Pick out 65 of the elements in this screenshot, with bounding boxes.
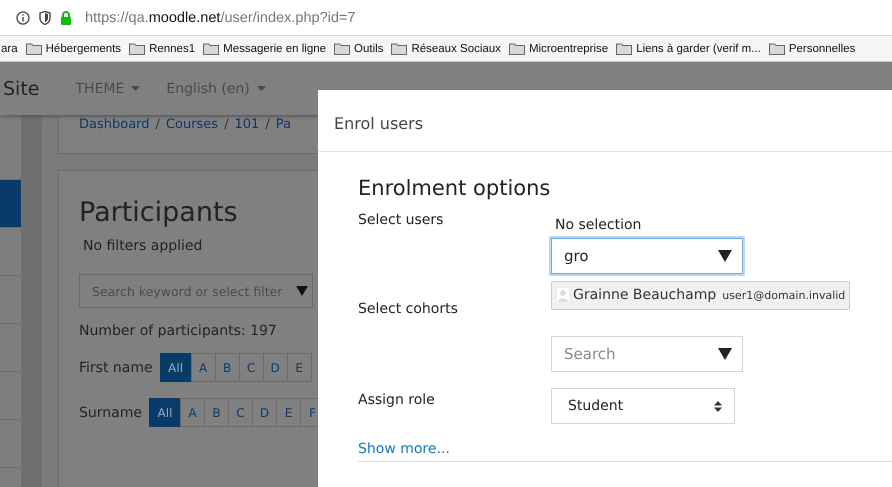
- bookmark[interactable]: Réseaux Sociaux: [391, 42, 501, 55]
- letter-button[interactable]: D: [252, 398, 277, 427]
- bookmark[interactable]: Rennes1: [129, 42, 196, 55]
- folder-icon: [768, 42, 785, 55]
- folder-icon: [26, 42, 42, 55]
- breadcrumb-link[interactable]: Dashboard: [79, 117, 150, 132]
- shield-icon: [39, 10, 51, 24]
- letter-button[interactable]: All: [148, 398, 181, 427]
- breadcrumb-link[interactable]: Pa: [276, 117, 291, 132]
- letter-button[interactable]: A: [180, 398, 205, 427]
- dropdown-arrow-icon: [718, 250, 732, 262]
- select-field[interactable]: Student: [551, 388, 735, 424]
- folder-icon: [129, 42, 146, 55]
- bookmark[interactable]: Microentreprise: [508, 42, 608, 55]
- suggestion-item[interactable]: Grainne Beauchamp user1@domain.invalid: [552, 282, 850, 309]
- letter-button[interactable]: B: [214, 353, 240, 382]
- section-heading: Enrolment options: [358, 176, 552, 200]
- page-title: Participants: [79, 197, 238, 228]
- url-field[interactable]: https://qa.moodle.net/user/index.php?id=7: [85, 10, 356, 26]
- folder-icon: [508, 42, 525, 55]
- field-label: Assign role: [358, 391, 436, 410]
- breadcrumb-separator: /: [224, 117, 228, 132]
- info-icon: [16, 10, 30, 24]
- letter-button[interactable]: D: [262, 353, 288, 382]
- breadcrumb-separator: /: [156, 117, 160, 132]
- bookmark[interactable]: Liens à garder (verif m...: [616, 42, 761, 55]
- selection-text: No selection: [555, 217, 642, 233]
- lock-icon: [60, 10, 72, 24]
- breadcrumb-separator: /: [265, 117, 270, 132]
- letter-button[interactable]: C: [238, 353, 264, 382]
- dropdown-arrow-icon: [296, 286, 308, 296]
- breadcrumb-link[interactable]: 101: [234, 117, 260, 132]
- dropdown-arrow-icon: [718, 348, 732, 360]
- site-name[interactable]: Site: [3, 78, 40, 100]
- user-avatar-icon: [557, 288, 569, 302]
- letter-button[interactable]: E: [276, 398, 301, 427]
- letter-button[interactable]: B: [204, 398, 229, 427]
- bookmark[interactable]: Hébergements: [26, 42, 122, 55]
- modal-title: Enrol users: [333, 113, 424, 135]
- field-label: Select cohorts: [358, 300, 459, 319]
- initials-label: First name: [79, 360, 153, 376]
- breadcrumb-link[interactable]: Courses: [166, 117, 218, 132]
- show-more-link[interactable]: Show more...: [358, 441, 450, 457]
- participant-count: Number of participants: 197: [79, 323, 277, 339]
- letter-button[interactable]: A: [190, 353, 216, 382]
- initials-label: Surname: [79, 404, 142, 420]
- folder-icon: [334, 42, 350, 55]
- letter-button[interactable]: All: [160, 353, 192, 382]
- folder-icon: [203, 42, 220, 55]
- field-label: Select users: [358, 211, 444, 230]
- autocomplete-field[interactable]: Search: [551, 336, 743, 372]
- letter-button[interactable]: C: [228, 398, 253, 427]
- bookmark[interactable]: Personnelles: [768, 42, 856, 55]
- autocomplete-field[interactable]: gro: [551, 238, 743, 274]
- folder-icon: [616, 42, 632, 55]
- bookmark[interactable]: Outils: [334, 42, 384, 55]
- letter-button[interactable]: E: [286, 353, 312, 382]
- sidebar-item[interactable]: [0, 180, 21, 228]
- folder-icon: [391, 42, 408, 55]
- sort-arrows-icon: [714, 400, 722, 412]
- bookmark[interactable]: Messagerie en ligne: [203, 42, 326, 55]
- filter-status: No filters applied: [83, 238, 202, 254]
- caret-icon: [256, 86, 266, 91]
- bookmark[interactable]: ara: [1, 42, 18, 54]
- caret-icon: [131, 86, 140, 91]
